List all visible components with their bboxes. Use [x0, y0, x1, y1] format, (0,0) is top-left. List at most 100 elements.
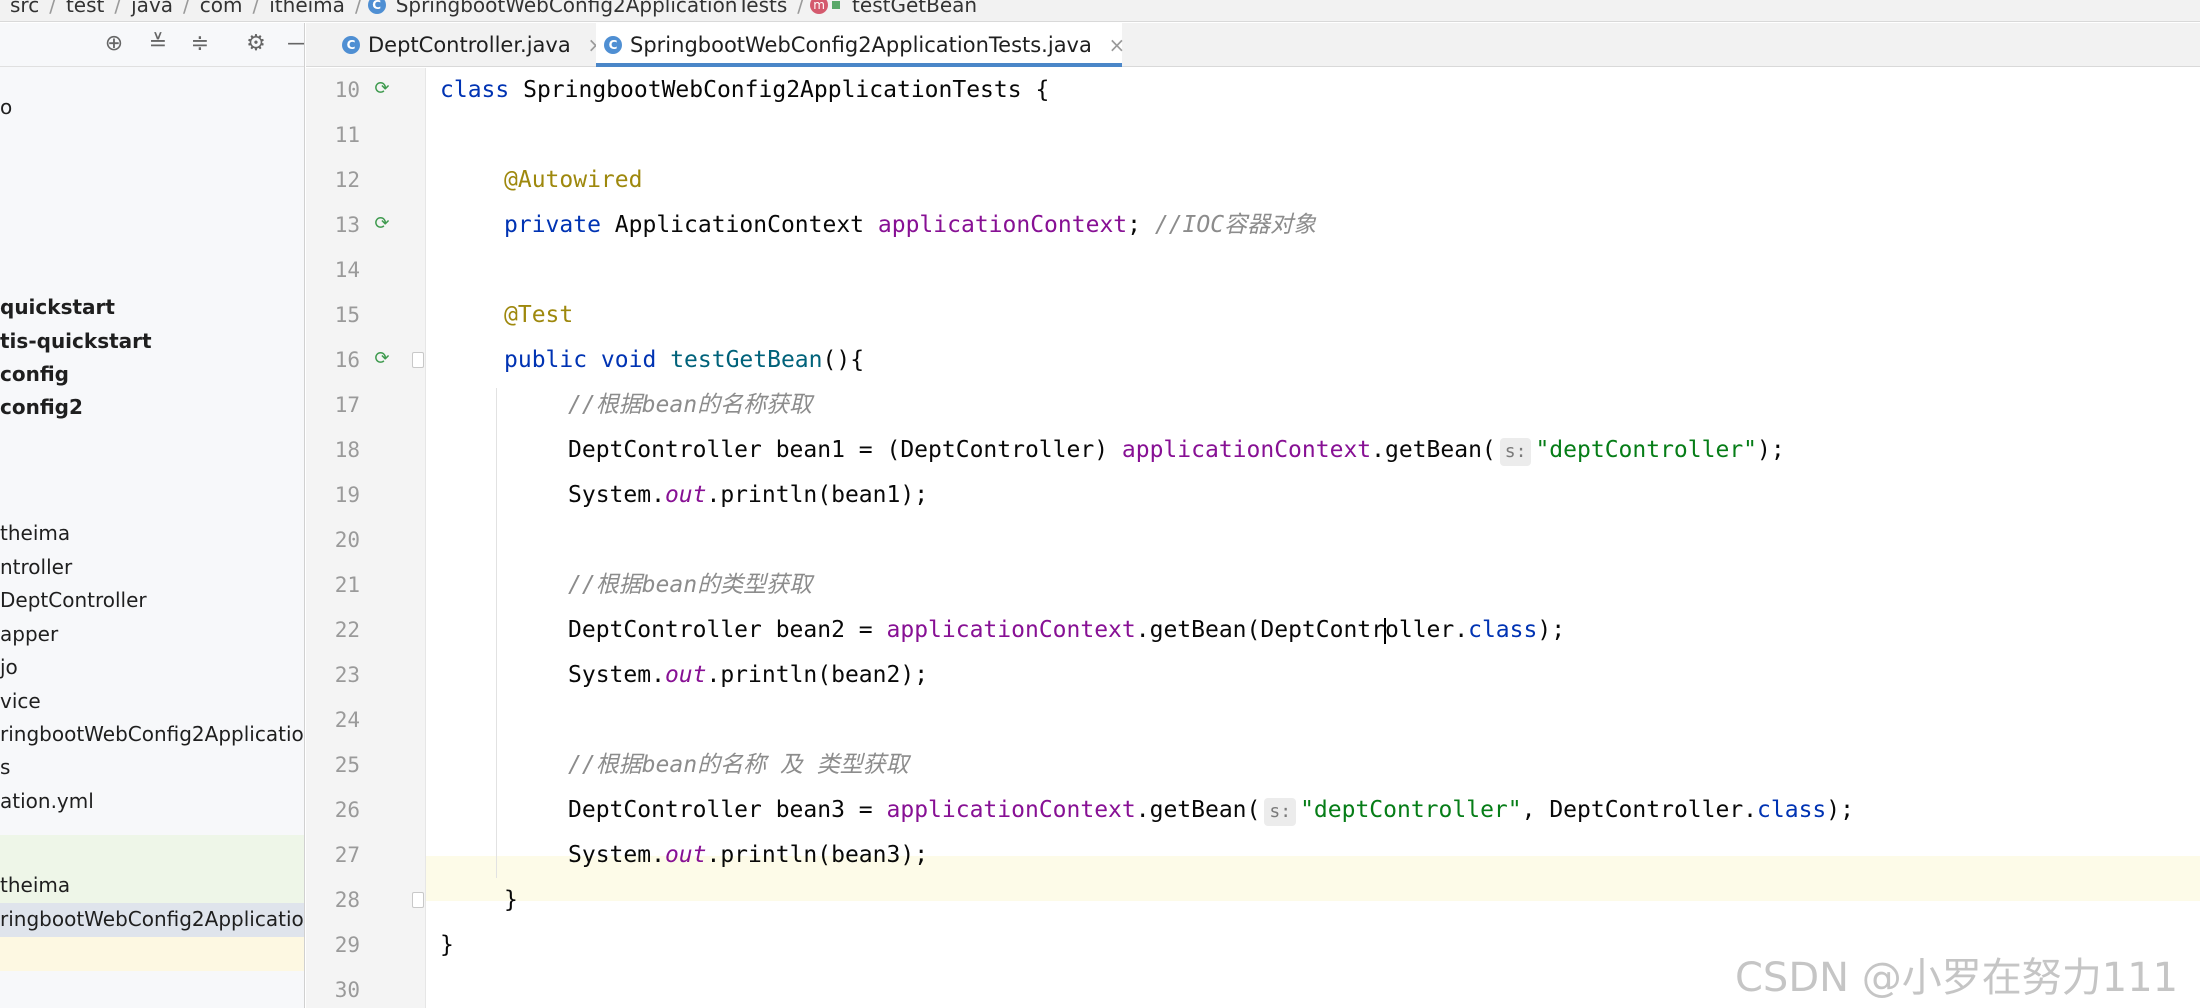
code-text: }	[440, 932, 454, 958]
code-editor[interactable]: 10 11 12 13 14 15 16 17 18 19 20 21 22 2…	[306, 68, 2200, 1008]
tree-item[interactable]: apper	[0, 618, 304, 650]
comment: //根据bean的名称 及 类型获取	[568, 752, 909, 778]
comment: //IOC容器对象	[1154, 212, 1317, 238]
tree-item-highlight	[0, 937, 304, 971]
line-number: 19	[334, 483, 360, 507]
minimize-icon[interactable]: —	[285, 31, 304, 57]
tree-item[interactable]: DeptController	[0, 584, 304, 616]
tree-item[interactable]: o	[0, 91, 304, 123]
breadcrumb-item-com[interactable]: com	[196, 0, 247, 15]
code-text: ApplicationContext	[600, 212, 878, 238]
tree-item[interactable]: tis-quickstart	[0, 325, 304, 357]
breadcrumb-item-java[interactable]: java	[127, 0, 177, 15]
breadcrumb-item-test[interactable]: test	[62, 0, 108, 15]
keyword: class	[1757, 797, 1827, 823]
annotation: @Test	[504, 302, 574, 328]
method-name: testGetBean	[670, 347, 823, 373]
code-line-18: DeptController bean1 = (DeptController) …	[568, 428, 1785, 473]
code-line-27: System.out.println(bean3);	[568, 833, 928, 878]
tree-item[interactable]: config2	[0, 391, 304, 423]
code-text: DeptController bean1 = (DeptController)	[568, 437, 1122, 463]
collapse-all-icon[interactable]: ≑	[187, 31, 213, 57]
tab-dept-controller[interactable]: C DeptController.java ×	[334, 23, 604, 67]
parameter-hint: s:	[1264, 798, 1297, 826]
tree-item-selected[interactable]: ringbootWebConfig2ApplicationT	[0, 903, 304, 937]
static-field: out	[664, 662, 707, 688]
tree-item[interactable]: theima	[0, 517, 304, 549]
tab-springboot-tests[interactable]: C SpringbootWebConfig2ApplicationTests.j…	[596, 23, 1125, 67]
project-toolbar: ⊕ ≚ ≑ ⚙ —	[0, 23, 304, 67]
tree-item[interactable]: ringbootWebConfig2Application	[0, 718, 304, 750]
line-number: 29	[334, 933, 360, 957]
code-text: System.	[568, 482, 665, 508]
line-number: 12	[334, 168, 360, 192]
code-text: System.	[568, 842, 665, 868]
fold-icon[interactable]	[412, 892, 424, 908]
line-number: 30	[334, 978, 360, 1002]
code-line-17: //根据bean的名称获取	[568, 383, 812, 428]
field: applicationContext	[886, 617, 1136, 643]
close-icon[interactable]: ×	[1109, 33, 1126, 57]
tree-item[interactable]: s	[0, 751, 304, 783]
line-number: 13	[334, 213, 360, 237]
line-number: 24	[334, 708, 360, 732]
code-area[interactable]: class SpringbootWebConfig2ApplicationTes…	[440, 68, 2200, 1008]
line-number: 25	[334, 753, 360, 777]
code-line-15: @Test	[504, 293, 573, 338]
code-text: ;	[1127, 212, 1155, 238]
code-text: }	[504, 887, 518, 913]
tree-item[interactable]: quickstart	[0, 291, 304, 323]
comment: //根据bean的名称获取	[568, 392, 813, 418]
gear-icon[interactable]: ⚙	[243, 31, 269, 57]
code-text: , DeptController.	[1521, 797, 1758, 823]
line-number: 21	[334, 573, 360, 597]
tree-item[interactable]: config	[0, 358, 304, 390]
tree-item[interactable]: ntroller	[0, 551, 304, 583]
keyword: public void	[504, 347, 657, 373]
locate-icon[interactable]: ⊕	[101, 31, 127, 57]
breadcrumb-item-src[interactable]: src	[6, 0, 43, 15]
field: applicationContext	[877, 212, 1128, 238]
autowired-bean-icon[interactable]: ⟳	[370, 214, 394, 234]
tree-item[interactable]: theima	[0, 869, 304, 903]
editor-tab-bar: C DeptController.java × C SpringbootWebC…	[306, 23, 2200, 67]
line-number: 26	[334, 798, 360, 822]
static-field: out	[664, 482, 707, 508]
tree-item[interactable]: ation.yml	[0, 785, 304, 817]
run-test-class-icon[interactable]: ⟳	[370, 79, 394, 99]
line-number: 18	[334, 438, 360, 462]
fold-icon[interactable]	[412, 352, 424, 368]
code-text: .getBean(	[1135, 797, 1261, 823]
keyword: private	[504, 212, 601, 238]
code-text: );	[1757, 437, 1785, 463]
code-text: SpringbootWebConfig2ApplicationTests {	[509, 77, 1050, 103]
run-test-method-icon[interactable]: ⟳	[370, 349, 394, 369]
code-text: .getBean(	[1371, 437, 1496, 463]
tree-item[interactable]: vice	[0, 685, 304, 717]
editor-gutter: 10 11 12 13 14 15 16 17 18 19 20 21 22 2…	[306, 68, 426, 1008]
expand-all-icon[interactable]: ≚	[145, 31, 171, 57]
tree-item-test-root[interactable]	[0, 835, 304, 869]
code-text: .println(bean3);	[706, 842, 929, 868]
test-class-icon: C	[604, 36, 622, 54]
watermark: CSDN @小罗在努力111	[1735, 955, 2179, 1001]
code-text: oller.	[1385, 617, 1469, 643]
field: applicationContext	[1121, 437, 1372, 463]
code-text: );	[1537, 617, 1566, 643]
breadcrumb-item-class[interactable]: SpringbootWebConfig2ApplicationTests	[392, 0, 792, 15]
code-text: .println(bean1);	[706, 482, 929, 508]
keyword: class	[440, 77, 510, 103]
breadcrumb: src / test / java / com / itheima / C Sp…	[0, 0, 2200, 22]
code-line-29: }	[440, 923, 454, 968]
line-number: 17	[334, 393, 360, 417]
breadcrumb-item-itheima[interactable]: itheima	[265, 0, 349, 15]
line-number: 22	[334, 618, 360, 642]
code-text: DeptController bean2 =	[568, 617, 887, 643]
parameter-hint: s:	[1499, 438, 1532, 466]
code-line-26: DeptController bean3 = applicationContex…	[568, 788, 1854, 833]
line-number: 20	[334, 528, 360, 552]
breadcrumb-item-method[interactable]: testGetBean	[848, 0, 981, 15]
tree-item[interactable]: jo	[0, 651, 304, 683]
line-number: 27	[334, 843, 360, 867]
line-number: 14	[334, 258, 360, 282]
